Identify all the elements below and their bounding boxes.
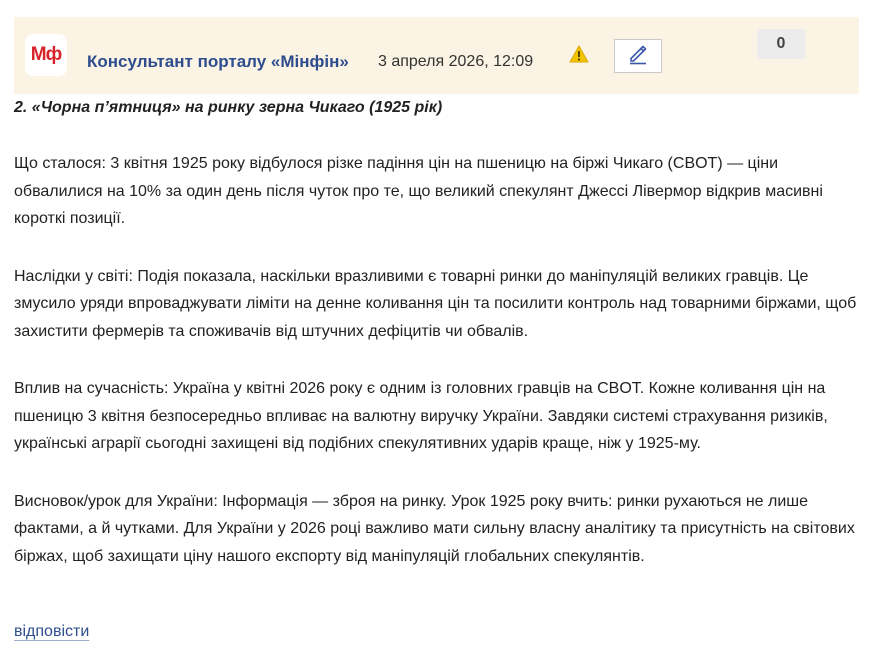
reply-link[interactable]: відповісти xyxy=(14,623,89,641)
comment-body: 2. «Чорна п’ятниця» на ринку зерна Чикаг… xyxy=(14,96,862,570)
comment-header: Мф Консультант порталу «Мінфін» 3 апреля… xyxy=(14,17,859,94)
paragraph-modern-impact: Вплив на сучасність: Україна у квітні 20… xyxy=(14,380,828,452)
pencil-icon xyxy=(627,43,649,70)
paragraph-conclusion: Висновок/урок для України: Інформація — … xyxy=(14,492,855,565)
minfin-logo: Мф xyxy=(25,34,67,76)
comment-heading: 2. «Чорна п’ятниця» на ринку зерна Чикаг… xyxy=(14,99,443,116)
paragraph-consequences: Наслідки у світі: Подія показала, наскіл… xyxy=(14,267,857,340)
warning-icon[interactable] xyxy=(569,45,589,63)
comment-date: 3 апреля 2026, 12:09 xyxy=(378,53,534,70)
author-name-link[interactable]: Консультант порталу «Мінфін» xyxy=(87,52,349,72)
edit-button[interactable] xyxy=(614,39,662,73)
vote-counter[interactable]: 0 xyxy=(757,29,805,59)
paragraph-what-happened: Що сталося: 3 квітня 1925 року відбулося… xyxy=(14,155,823,227)
